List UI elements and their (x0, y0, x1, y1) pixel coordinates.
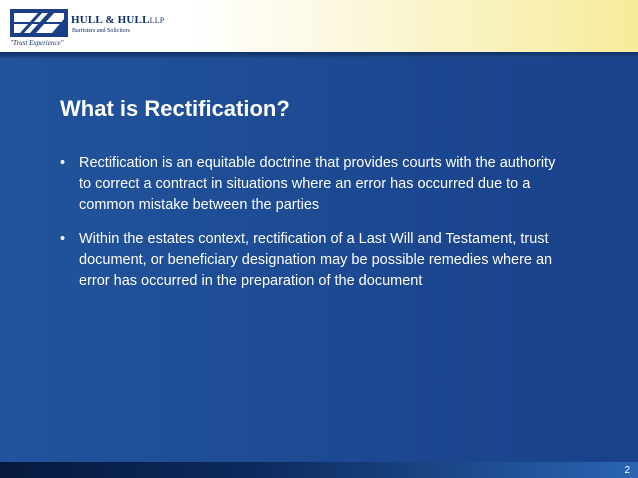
hull-and-hull-logo-icon (10, 9, 68, 37)
bullet-text: Rectification is an equitable doctrine t… (79, 155, 556, 213)
bullet-item: • Rectification is an equitable doctrine… (60, 153, 560, 216)
bullet-item: • Within the estates context, rectificat… (60, 229, 560, 292)
bullet-icon: • (60, 231, 66, 247)
slide-footer (0, 462, 638, 478)
bullet-icon: • (60, 155, 66, 171)
slide-title: What is Rectification? (60, 96, 290, 121)
firm-suffix: LLP (149, 16, 165, 25)
firm-subtitle: Barristers and Solicitors (72, 28, 130, 34)
page-number: 2 (624, 465, 630, 476)
bullet-text: Within the estates context, rectificatio… (79, 231, 553, 289)
slide-header: HULL & HULLLLP Barristers and Solicitors… (0, 0, 638, 52)
firm-tagline: "Trust Experience" (10, 39, 64, 47)
firm-name: HULL & HULLLLP (71, 14, 165, 26)
